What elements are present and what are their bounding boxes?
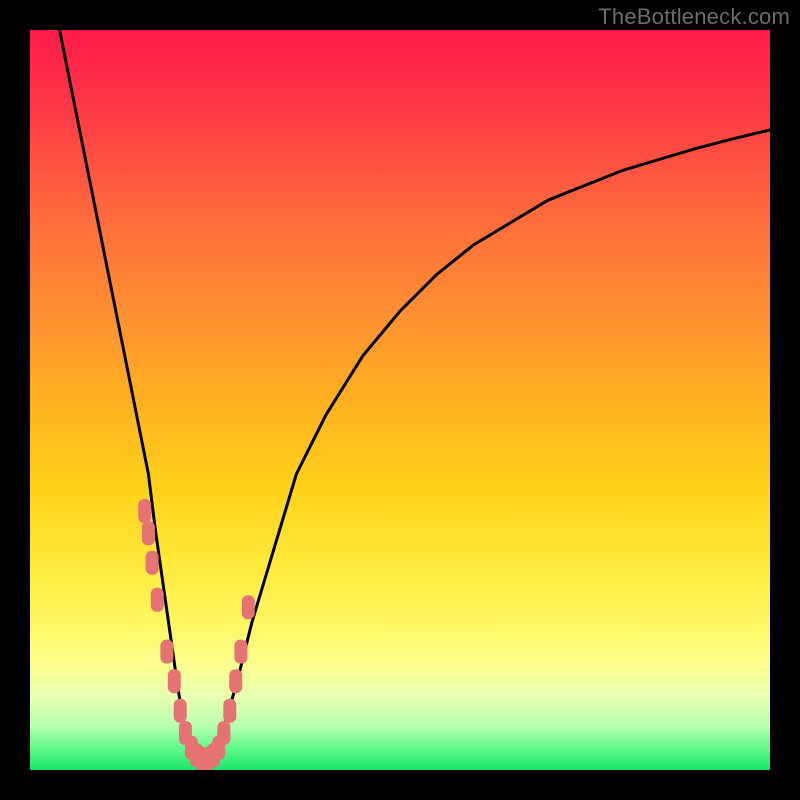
marker-dot (138, 499, 151, 523)
marker-dot (242, 595, 255, 619)
marker-dot (168, 669, 181, 693)
marker-dot (234, 640, 247, 664)
marker-dot (151, 588, 164, 612)
marker-dot (229, 669, 242, 693)
marker-dot (217, 721, 230, 745)
chart-canvas (30, 30, 770, 770)
chart-frame: TheBottleneck.com (0, 0, 800, 800)
marker-dot (142, 521, 155, 545)
marker-dot (146, 551, 159, 575)
watermark-text: TheBottleneck.com (598, 4, 790, 30)
plot-area (30, 30, 770, 770)
marker-dot (174, 699, 187, 723)
marker-dot (160, 640, 173, 664)
marker-dot (223, 699, 236, 723)
